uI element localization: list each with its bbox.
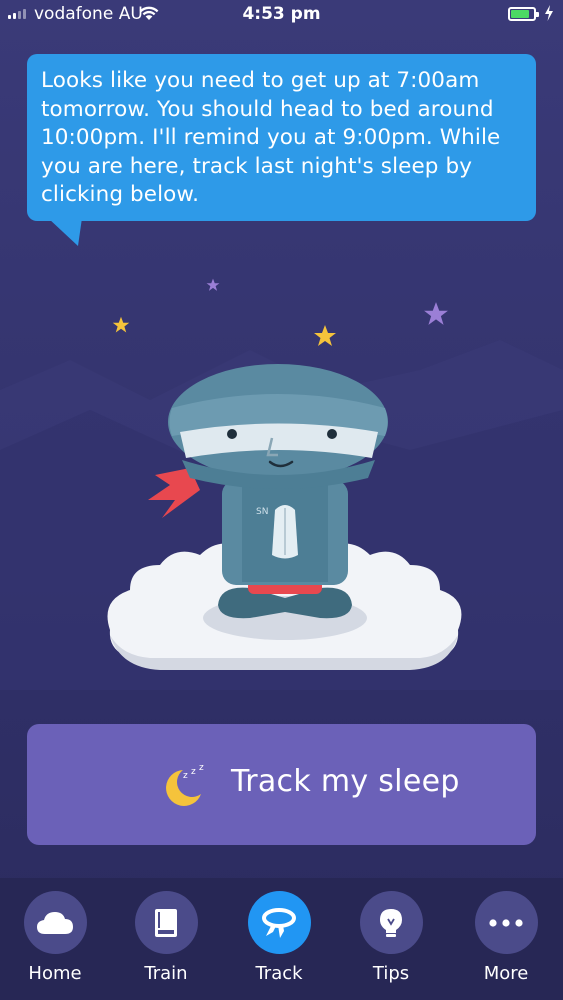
clock: 4:53 pm: [242, 4, 321, 24]
bubble-tail: [48, 218, 82, 246]
star-icon: [206, 278, 220, 291]
more-dots-icon: [489, 918, 523, 927]
cloud-icon: [37, 911, 73, 934]
svg-text:z: z: [191, 767, 196, 777]
star-icon: [424, 302, 448, 325]
tab-label: Home: [28, 963, 82, 984]
tab-tips[interactable]: Tips: [346, 891, 436, 991]
svg-text:z: z: [199, 763, 204, 773]
tab-home[interactable]: Home: [10, 891, 100, 991]
track-my-sleep-button[interactable]: z z z Track my sleep: [27, 724, 536, 845]
tab-track[interactable]: Track: [234, 891, 324, 991]
tab-train[interactable]: Train: [121, 891, 211, 991]
star-icon: [112, 316, 130, 333]
book-icon: [155, 908, 177, 937]
sleep-ninja-mascot: SN: [107, 364, 462, 670]
tab-more[interactable]: More: [461, 891, 551, 991]
star-icon: [314, 325, 336, 346]
tab-label: Track: [255, 963, 303, 984]
headband-icon: [262, 907, 296, 938]
status-bar: vodafone AU 4:53 pm: [0, 0, 563, 30]
lightbulb-icon: [380, 908, 402, 937]
charging-bolt-icon: [545, 5, 553, 21]
track-my-sleep-label: Track my sleep: [231, 764, 460, 799]
ninja-badge: SN: [256, 507, 268, 517]
tab-label: Tips: [372, 963, 410, 984]
tab-label: More: [483, 963, 529, 984]
tab-label: Train: [144, 963, 188, 984]
sleeping-moon-icon: z z z: [166, 763, 204, 806]
svg-text:z: z: [183, 771, 188, 781]
bottom-tab-bar: Home Train Track Tips More: [0, 878, 563, 1000]
battery-icon: [508, 7, 539, 21]
assistant-message-bubble: Looks like you need to get up at 7:00am …: [27, 54, 536, 221]
